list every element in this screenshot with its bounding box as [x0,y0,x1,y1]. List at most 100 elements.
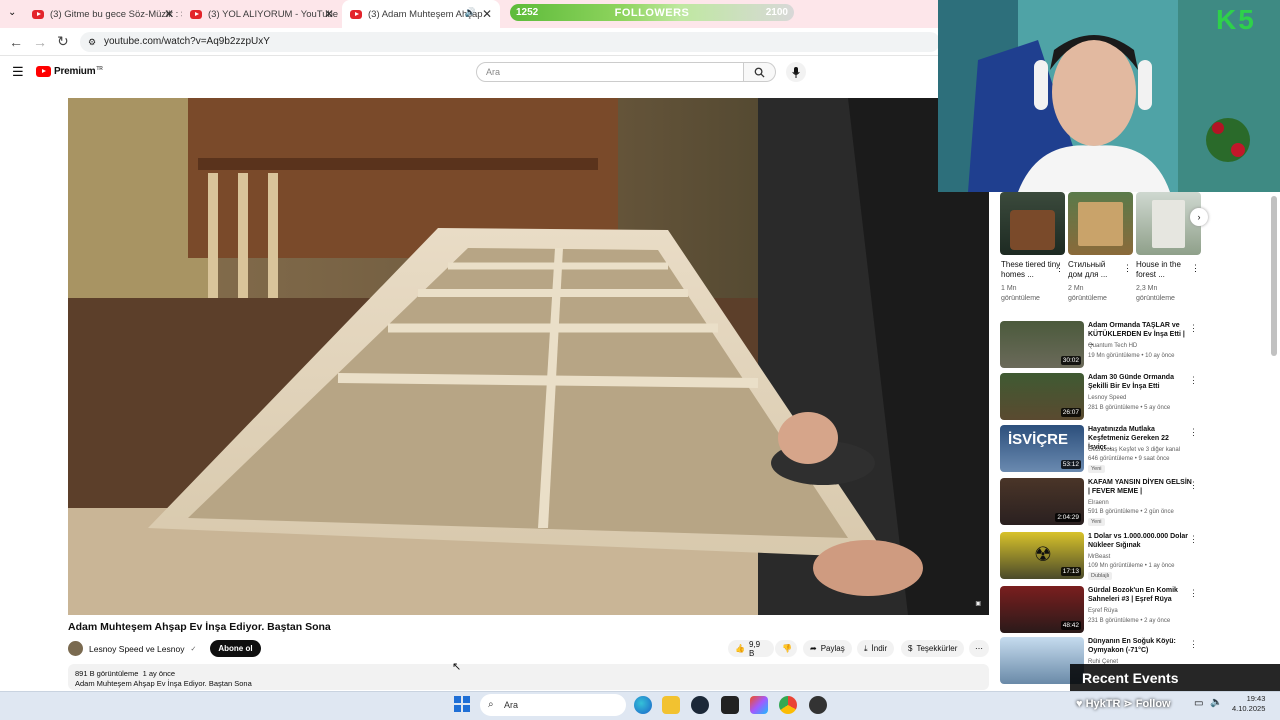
list-item[interactable]: 26:07 Adam 30 Günde Ormanda Şekilli Bir … [1000,373,1200,421]
short-thumbnail[interactable] [1136,192,1201,255]
recommended-title[interactable]: Gürdal Bozok'un En Komik Sahneleri #3 | … [1088,586,1192,604]
address-bar[interactable]: ⚙ youtube.com/watch?v=Aq9b2zzpUxY [80,32,940,52]
audio-playing-icon[interactable]: 🔊 [465,7,476,18]
dubbed-badge: Dublajlı [1088,572,1113,580]
follow-ticker-text: HykTR ⋗ Follow [1085,698,1171,710]
system-clock[interactable]: 19:43 4.10.2025 [1232,694,1265,714]
page-scrollbar[interactable] [1271,196,1277,356]
share-label: Paylaş [820,644,845,653]
url-text: youtube.com/watch?v=Aq9b2zzpUxY [104,36,270,47]
thumbs-up-icon: 👍 [735,644,745,653]
close-tab-icon[interactable]: ✕ [482,7,492,21]
short-title[interactable]: Стильный дом для ... [1068,260,1122,280]
short-thumbnail[interactable] [1000,192,1065,255]
close-tab-icon[interactable]: ✕ [164,7,174,21]
item-menu-icon[interactable]: ⋮ [1189,639,1198,650]
description-box[interactable]: 891 B görüntüleme 1 ay önce Adam Muhteşe… [68,664,989,690]
forward-icon[interactable]: → [33,34,47,50]
video-player[interactable]: ▣ [68,98,989,615]
view-count: 891 B görüntüleme [75,669,139,678]
figma-icon[interactable] [750,696,768,714]
share-button[interactable]: ➦ Paylaş [803,640,852,657]
list-item[interactable]: 48:42 Gürdal Bozok'un En Komik Sahneleri… [1000,586,1200,634]
list-item[interactable]: 30:02 Adam Ormanda TAŞLAR ve KÜTÜKLERDEN… [1000,321,1200,369]
microphone-icon [792,66,800,78]
recommended-title[interactable]: KAFAM YANSIN DİYEN GELSİN | FEVER MEME | [1088,478,1192,496]
like-button[interactable]: 👍 9,9 B [728,640,774,658]
item-menu-icon[interactable]: ⋮ [1189,375,1198,386]
follower-goal-bar: 1252 FOLLOWERS 2100 [510,4,794,21]
short-title[interactable]: House in the forest ... [1136,260,1190,280]
search-icon: ⌕ [488,699,494,710]
start-icon[interactable] [454,696,470,712]
dislike-button[interactable]: 👎 [775,640,797,657]
video-title: Adam Muhteşem Ahşap Ev İnşa Ediyor. Başt… [68,621,331,633]
volume-icon[interactable]: 🔈 [1210,697,1222,708]
list-item[interactable]: İSVİÇRE 53:12 Hayatınızda Mutlaka Keşfetm… [1000,425,1200,473]
video-thumbnail[interactable]: 26:07 [1000,373,1084,420]
reload-icon[interactable]: ↻ [57,33,69,50]
tab-search-chevron-icon[interactable]: ⌄ [8,7,16,18]
item-menu-icon[interactable]: ⋮ [1189,588,1198,599]
browser-tab[interactable]: (3) Gitme bu gece Söz-Müzik : S ✕ [24,0,182,28]
obs-icon[interactable] [809,696,827,714]
recommended-meta: 591 B görüntüleme • 2 gün önce [1088,509,1174,515]
recommended-channel[interactable]: Lesnoy Speed [1088,395,1126,401]
recommended-title[interactable]: 1 Dolar vs 1.000.000.000 Dolar Nükleer S… [1088,532,1192,550]
channel-avatar[interactable] [68,641,83,656]
item-menu-icon[interactable]: ⋮ [1189,480,1198,491]
search-button[interactable] [744,62,776,82]
short-thumbnail[interactable] [1068,192,1133,255]
thanks-label: Teşekkürler [916,644,958,653]
thanks-button[interactable]: $ Teşekkürler [901,640,965,657]
subscribe-button[interactable]: Abone ol [210,640,261,657]
short-menu-icon[interactable]: ⋮ [1191,263,1200,274]
item-menu-icon[interactable]: ⋮ [1189,534,1198,545]
list-item[interactable]: 2:04:29 KAFAM YANSIN DİYEN GELSİN | FEVE… [1000,478,1200,526]
chrome-icon[interactable] [779,696,797,714]
network-icon[interactable]: ▭ [1194,698,1203,709]
video-frame [68,98,989,615]
video-thumbnail[interactable]: 2:04:29 [1000,478,1084,525]
recommended-channel[interactable]: Elraenn [1088,500,1109,506]
recommended-title[interactable]: Dünyanın En Soğuk Köyü: Oymyakon (-71°C) [1088,637,1192,655]
browser-tab-active[interactable]: (3) Adam Muhteşem Ahşap 🔊 ✕ [342,0,500,28]
recommended-channel[interactable]: Gezi Dolaş Keşfet ve 3 diğer kanal [1088,447,1180,453]
edge-icon[interactable] [634,696,652,714]
short-views: 2,3 Mn görüntüleme [1136,285,1175,302]
browser-tab[interactable]: (3) YOL ALIYORUM - YouTube ✕ [182,0,342,28]
video-thumbnail[interactable]: İSVİÇRE 53:12 [1000,425,1084,472]
clock-date: 4.10.2025 [1232,704,1266,713]
recommended-title[interactable]: Adam 30 Günde Ormanda Şekilli Bir Ev İnş… [1088,373,1192,391]
followers-current: 1252 [516,7,539,18]
back-icon[interactable]: ← [9,34,23,50]
video-thumbnail[interactable]: ☢ 17:13 [1000,532,1084,579]
short-menu-icon[interactable]: ⋮ [1055,263,1064,274]
video-thumbnail[interactable]: 48:42 [1000,586,1084,633]
shorts-next-icon[interactable]: › [1190,208,1208,226]
channel-name[interactable]: Lesnoy Speed ve Lesnoy [89,644,184,654]
logo-region: TR [96,66,103,72]
recommended-channel[interactable]: Eşref Rüya [1088,608,1118,614]
epic-games-icon[interactable] [721,696,739,714]
youtube-premium-logo[interactable]: Premium TR [36,66,103,77]
file-explorer-icon[interactable] [662,696,680,714]
close-tab-icon[interactable]: ✕ [324,7,334,21]
video-thumbnail[interactable]: 30:02 [1000,321,1084,368]
short-title[interactable]: These tiered tiny homes ... [1001,260,1061,280]
steam-icon[interactable] [691,696,709,714]
recommended-channel[interactable]: Quantum Tech HD [1088,343,1137,349]
voice-search-button[interactable] [786,62,806,82]
search-input[interactable]: Ara [476,62,744,82]
short-menu-icon[interactable]: ⋮ [1123,263,1132,274]
list-item[interactable]: ☢ 17:13 1 Dolar vs 1.000.000.000 Dolar Nü… [1000,532,1200,580]
item-menu-icon[interactable]: ⋮ [1189,323,1198,334]
item-menu-icon[interactable]: ⋮ [1189,427,1198,438]
site-info-icon[interactable]: ⚙ [88,32,96,52]
search-icon [754,67,765,78]
download-button[interactable]: ⤓ İndir [857,640,895,657]
menu-icon[interactable]: ☰ [12,64,24,80]
recommended-channel[interactable]: MrBeast [1088,554,1110,560]
taskbar-search-input[interactable]: ⌕ Ara [480,694,626,716]
more-actions-button[interactable]: ⋯ [969,640,989,657]
